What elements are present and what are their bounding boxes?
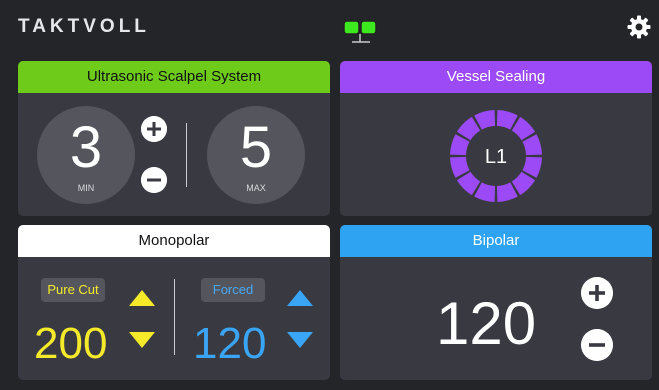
ultrasonic-decrease-button[interactable] bbox=[141, 167, 167, 193]
cut-increase-arrow-icon[interactable] bbox=[128, 289, 156, 307]
forced-mode-tag[interactable]: Forced bbox=[201, 278, 265, 302]
bipolar-increase-button[interactable] bbox=[581, 277, 613, 309]
bipolar-value: 120 bbox=[436, 290, 537, 357]
forced-value: 120 bbox=[193, 319, 267, 368]
ultrasonic-min-dial[interactable]: 3 MIN bbox=[37, 106, 135, 204]
vessel-sealing-card: Vessel Sealing L1 bbox=[340, 61, 652, 216]
ultrasonic-min-value: 3 bbox=[69, 115, 103, 180]
cut-decrease-arrow-icon[interactable] bbox=[128, 331, 156, 349]
ultrasonic-title: Ultrasonic Scalpel System bbox=[18, 61, 330, 93]
ultrasonic-card: Ultrasonic Scalpel System 3 MIN 5 MAX bbox=[18, 61, 330, 216]
ultrasonic-divider bbox=[186, 123, 187, 187]
bipolar-decrease-button[interactable] bbox=[581, 329, 613, 361]
minus-icon bbox=[147, 178, 161, 182]
bipolar-title: Bipolar bbox=[340, 225, 652, 257]
monopolar-divider bbox=[174, 279, 175, 355]
ultrasonic-max-value: 5 bbox=[239, 115, 273, 180]
vessel-sealing-title: Vessel Sealing bbox=[340, 61, 652, 93]
minus-icon bbox=[589, 343, 605, 347]
pure-cut-mode-tag[interactable]: Pure Cut bbox=[41, 278, 105, 302]
gear-icon[interactable] bbox=[627, 15, 651, 39]
vessel-level-label: L1 bbox=[485, 146, 507, 168]
connection-status-icon bbox=[343, 20, 377, 43]
forced-decrease-arrow-icon[interactable] bbox=[286, 331, 314, 349]
monopolar-title: Monopolar bbox=[18, 225, 330, 257]
ultrasonic-increase-button[interactable] bbox=[141, 116, 167, 142]
forced-increase-arrow-icon[interactable] bbox=[286, 289, 314, 307]
monopolar-card: Monopolar Pure Cut 200 Forced 120 bbox=[18, 225, 330, 380]
ultrasonic-max-dial[interactable]: 5 MAX bbox=[207, 106, 305, 204]
bipolar-card: Bipolar 120 bbox=[340, 225, 652, 380]
ultrasonic-min-label: MIN bbox=[77, 183, 95, 193]
vessel-level-ring[interactable]: L1 bbox=[448, 108, 544, 204]
pure-cut-value: 200 bbox=[34, 319, 108, 368]
ultrasonic-max-label: MAX bbox=[246, 183, 266, 193]
top-bar: TAKTVOLL bbox=[0, 0, 659, 56]
brand-logo: TAKTVOLL bbox=[18, 16, 150, 37]
